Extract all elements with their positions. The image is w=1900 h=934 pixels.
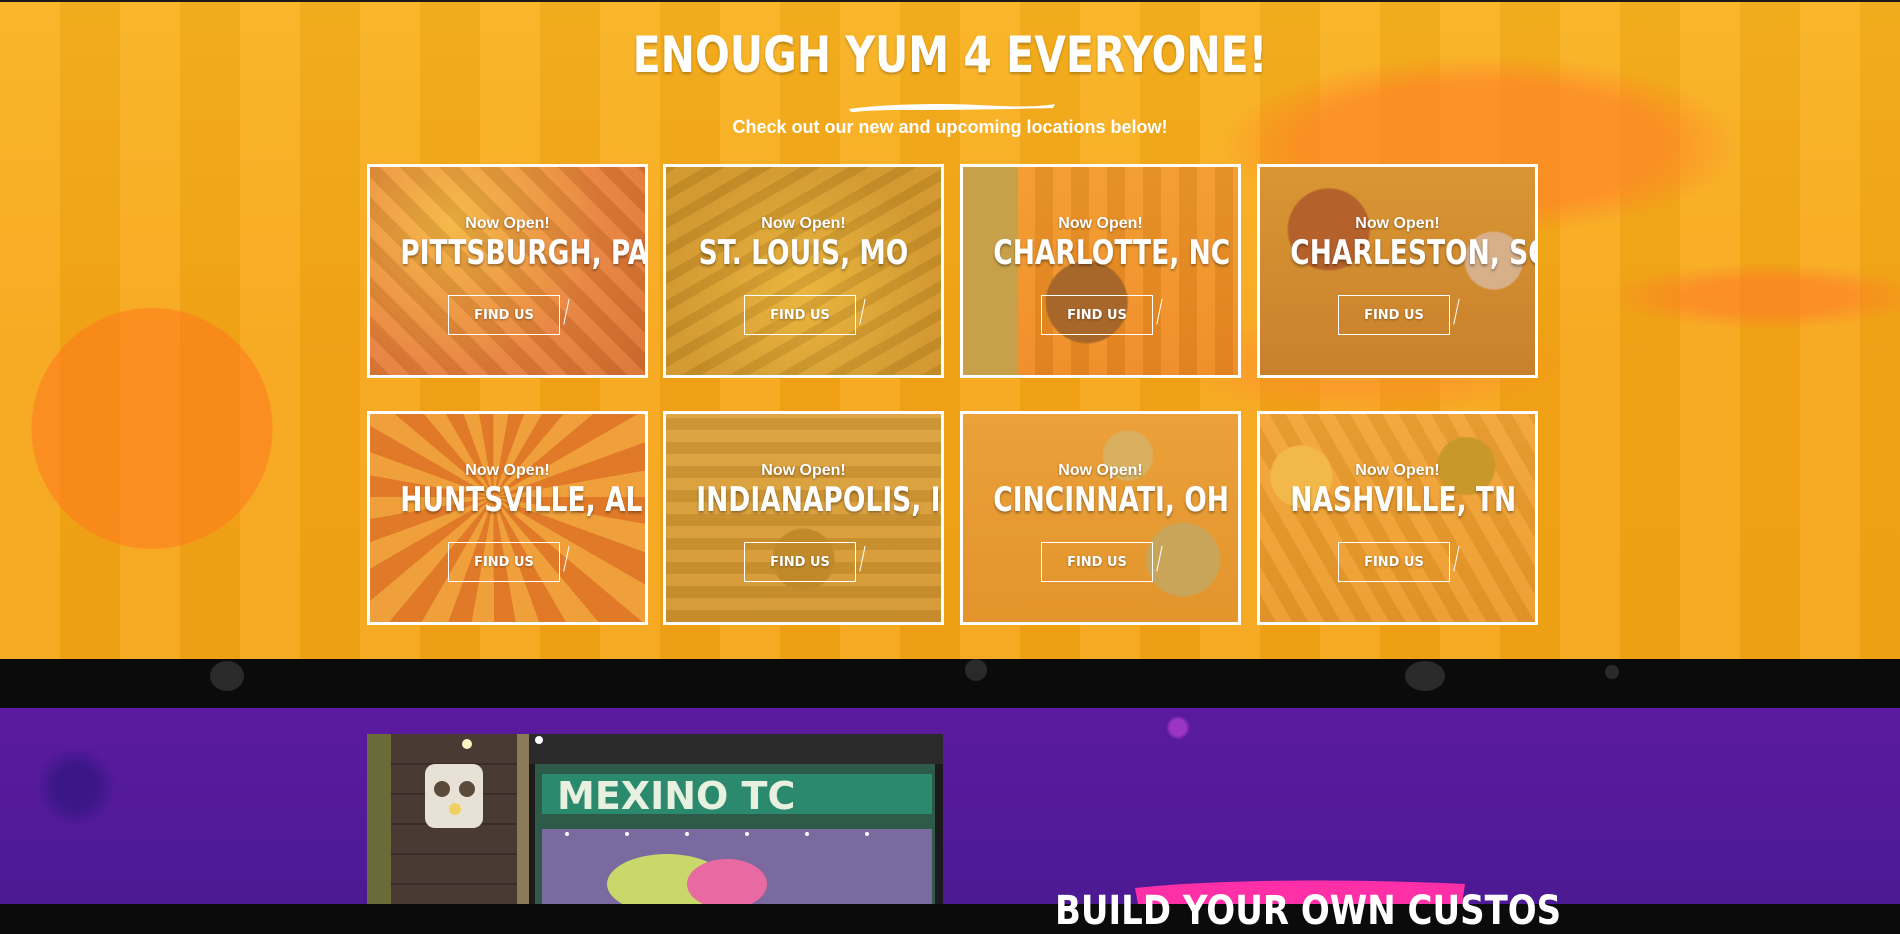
button-label: FIND US [1067,554,1127,570]
mural-lettering: MEXINO TC [557,774,795,818]
section-title: ENOUGH YUM 4 EVERYONE! [632,26,1268,84]
city-name: ST. LOUIS, MO [698,233,909,273]
build-your-own-section [0,708,1900,904]
section-subtitle: Check out our new and upcoming locations… [732,117,1168,137]
city-name: PITTSBURGH, PA [400,233,648,273]
find-us-button[interactable]: FIND US [1338,295,1460,335]
location-card-huntsville[interactable]: Now Open! HUNTSVILLE, AL FIND US [367,411,648,625]
paint-splatter [1605,665,1619,679]
paint-splatter [1405,661,1445,691]
find-us-button[interactable]: FIND US [1041,295,1163,335]
status-label: Now Open! [761,215,846,232]
top-border [0,0,1900,2]
brush-underline [849,104,1055,112]
status-label: Now Open! [465,215,550,232]
button-label: FIND US [1364,307,1424,323]
restaurant-photo: MEXINO TC [367,734,943,904]
button-label: FIND US [770,554,830,570]
location-card-pittsburgh[interactable]: Now Open! PITTSBURGH, PA FIND US [367,164,648,378]
build-your-own-heading: BUILD YOUR OWN CUSTOS [1055,888,1562,934]
status-label: Now Open! [1355,462,1440,479]
status-label: Now Open! [1355,215,1440,232]
location-card-st-louis[interactable]: Now Open! ST. LOUIS, MO FIND US [663,164,944,378]
button-label: FIND US [770,307,830,323]
status-label: Now Open! [1058,215,1143,232]
location-card-indianapolis[interactable]: Now Open! INDIANAPOLIS, IN FIND US [663,411,944,625]
city-name: HUNTSVILLE, AL [400,480,643,520]
button-label: FIND US [1364,554,1424,570]
city-name: NASHVILLE, TN [1290,480,1517,520]
location-card-cincinnati[interactable]: Now Open! CINCINNATI, OH FIND US [960,411,1241,625]
find-us-button[interactable]: FIND US [448,295,570,335]
restaurant-interior-image: MEXINO TC [367,734,943,904]
find-us-button[interactable]: FIND US [744,295,866,335]
button-label: FIND US [474,554,534,570]
status-label: Now Open! [1058,462,1143,479]
location-card-charleston[interactable]: Now Open! CHARLESTON, SC FIND US [1257,164,1538,378]
city-name: CHARLESTON, SC [1290,233,1538,273]
paint-splatter [210,661,244,691]
locations-grid: Now Open! PITTSBURGH, PA FIND US Now Ope… [367,164,1538,626]
find-us-button[interactable]: FIND US [1338,542,1460,582]
button-label: FIND US [1067,307,1127,323]
city-name: CHARLOTTE, NC [993,233,1231,273]
find-us-button[interactable]: FIND US [1041,542,1163,582]
find-us-button[interactable]: FIND US [744,542,866,582]
find-us-button[interactable]: FIND US [448,542,570,582]
status-label: Now Open! [761,462,846,479]
city-name: CINCINNATI, OH [993,480,1229,520]
paint-splatter [965,659,987,681]
locations-hero: ENOUGH YUM 4 EVERYONE! Check out our new… [0,0,1900,659]
section-divider [0,659,1900,708]
button-label: FIND US [474,307,534,323]
location-card-charlotte[interactable]: Now Open! CHARLOTTE, NC FIND US [960,164,1241,378]
location-card-nashville[interactable]: Now Open! NASHVILLE, TN FIND US [1257,411,1538,625]
city-name: INDIANAPOLIS, IN [696,480,944,520]
status-label: Now Open! [465,462,550,479]
